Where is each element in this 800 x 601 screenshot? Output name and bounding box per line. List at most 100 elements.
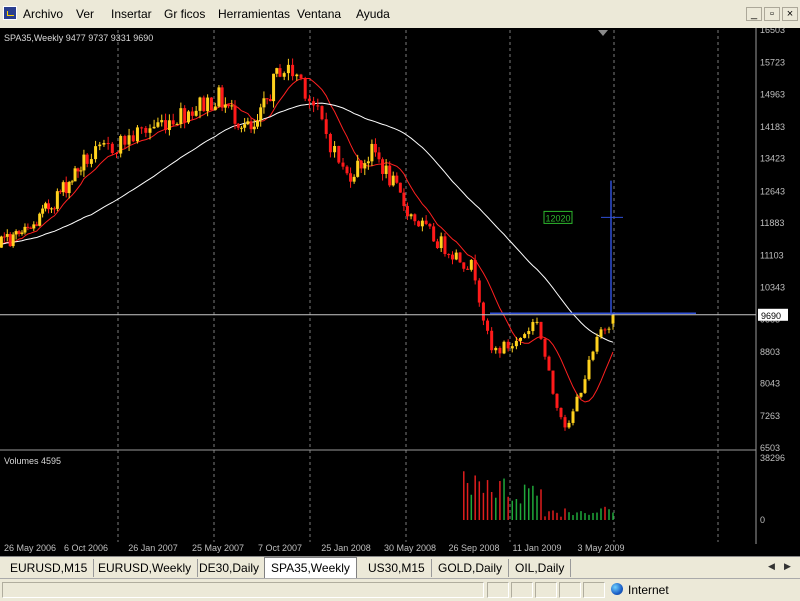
x-tick-label-7: 26 Sep 2008 <box>448 543 499 553</box>
status-segment-1 <box>487 582 509 598</box>
candle-body-30 <box>61 182 65 193</box>
menu-insertar[interactable]: Insertar <box>111 7 152 21</box>
moving-averages <box>0 78 614 403</box>
x-tick-label-2: 26 Jan 2007 <box>128 543 178 553</box>
candles <box>0 58 615 431</box>
tab-scroll-left-icon[interactable]: ◀ <box>768 561 775 572</box>
candle-body-125 <box>413 214 417 222</box>
current-price-label: 9690 <box>761 311 781 321</box>
status-segment-4 <box>559 582 581 598</box>
candle-body-130 <box>432 226 436 242</box>
menu-ventana[interactable]: Ventana <box>297 7 341 21</box>
menu-graficos[interactable]: Gr ficos <box>164 7 205 21</box>
price-tick-label-2: 14963 <box>760 89 785 99</box>
candle-body-152 <box>519 337 523 341</box>
candle-body-72 <box>220 87 224 108</box>
candle-body-64 <box>190 111 194 116</box>
candle-body-44 <box>110 143 114 153</box>
price-tick-label-7: 11103 <box>760 251 784 261</box>
candle-body-78 <box>239 127 243 129</box>
chart-header-label: SPA35,Weekly 9477 9737 9331 9690 <box>4 33 153 43</box>
menu-ver[interactable]: Ver <box>76 7 94 21</box>
candle-body-141 <box>473 259 477 281</box>
candle-body-22 <box>38 213 42 226</box>
candle-body-167 <box>579 392 583 397</box>
restore-button[interactable]: ▫ <box>764 7 780 21</box>
volume-tick-label-1: 0 <box>760 515 765 525</box>
candle-body-35 <box>76 168 80 172</box>
candle-body-70 <box>213 106 217 111</box>
x-tick-label-8: 11 Jan 2009 <box>513 543 562 553</box>
candle-body-172 <box>599 329 603 337</box>
candle-body-89 <box>275 68 279 74</box>
volume-tick-label-0: 38296 <box>760 453 785 463</box>
x-tick-label-4: 7 Oct 2007 <box>258 543 302 553</box>
candle-body-14 <box>14 231 18 235</box>
candle-body-105 <box>341 162 345 167</box>
candle-body-144 <box>486 320 490 331</box>
price-tick-label-4: 13423 <box>760 154 785 164</box>
candle-body-175 <box>611 314 615 324</box>
tab-oil-daily[interactable]: OIL,Daily <box>509 559 572 577</box>
candle-body-116 <box>381 159 385 174</box>
menu-ayuda[interactable]: Ayuda <box>356 7 390 21</box>
candle-body-136 <box>454 252 458 260</box>
candle-body-137 <box>458 252 462 263</box>
moving-average-line-1 <box>0 102 614 343</box>
candle-body-131 <box>435 241 439 249</box>
tab-spa35-weekly[interactable]: SPA35,Weekly <box>264 557 357 579</box>
x-tick-label-3: 25 May 2007 <box>192 543 244 553</box>
candle-body-65 <box>194 110 198 116</box>
tab-eurusd-m15[interactable]: EURUSD,M15 <box>4 559 95 577</box>
candle-body-51 <box>140 127 144 129</box>
candle-body-162 <box>559 407 563 418</box>
candle-body-104 <box>337 146 341 163</box>
tab-eurusd-weekly[interactable]: EURUSD,Weekly <box>92 559 199 577</box>
candle-body-69 <box>209 97 213 111</box>
candle-body-145 <box>490 330 494 351</box>
minimize-button[interactable]: _ <box>746 7 762 21</box>
crosshair-overlay: 12020 <box>0 180 756 316</box>
menu-archivo[interactable]: Archivo <box>23 7 63 21</box>
candle-body-153 <box>523 334 527 338</box>
candle-body-107 <box>349 173 353 182</box>
chart-app-icon[interactable] <box>3 6 17 20</box>
candle-body-133 <box>443 236 447 255</box>
candle-body-117 <box>384 165 388 174</box>
candle-body-9 <box>0 236 3 248</box>
candle-body-87 <box>268 98 272 102</box>
candle-body-34 <box>73 168 77 182</box>
candle-body-50 <box>135 127 139 142</box>
candle-body-52 <box>144 127 148 133</box>
candle-body-49 <box>131 135 135 142</box>
candle-body-29 <box>58 191 62 193</box>
axis-labels: 16503 15723 14963 14183 13423 12643 11883 11103… <box>4 25 788 553</box>
candle-body-166 <box>575 396 579 412</box>
tab-gold-daily[interactable]: GOLD,Daily <box>432 559 510 577</box>
candle-body-115 <box>377 152 381 160</box>
candle-body-161 <box>555 393 559 408</box>
candle-body-71 <box>217 87 221 107</box>
candle-body-79 <box>243 124 247 128</box>
candle-body-101 <box>324 119 328 134</box>
candle-body-77 <box>236 123 240 128</box>
candle-body-67 <box>202 97 206 112</box>
menu-herramientas[interactable]: Herramientas <box>218 7 290 21</box>
price-chart[interactable]: 12020 16503 15723 14963 14183 13423 12643 1188… <box>0 25 800 556</box>
tab-de30-daily[interactable]: DE30,Daily <box>193 559 267 577</box>
candle-body-159 <box>547 356 551 371</box>
tab-scroll-right-icon[interactable]: ▶ <box>784 561 791 572</box>
chart-window[interactable]: 12020 16503 15723 14963 14183 13423 12643 1188… <box>0 25 800 556</box>
candle-body-157 <box>539 321 543 339</box>
candle-body-55 <box>156 122 160 127</box>
tab-us30-m15[interactable]: US30,M15 <box>362 559 432 577</box>
candle-body-138 <box>462 262 466 269</box>
candle-body-40 <box>94 146 98 160</box>
price-tick-label-13: 6503 <box>760 443 780 453</box>
candle-body-121 <box>398 182 402 193</box>
candle-body-38 <box>85 154 89 164</box>
candle-body-91 <box>282 73 286 77</box>
close-button[interactable]: × <box>782 7 798 21</box>
status-segment-2 <box>511 582 533 598</box>
status-bar: Internet <box>0 578 800 601</box>
